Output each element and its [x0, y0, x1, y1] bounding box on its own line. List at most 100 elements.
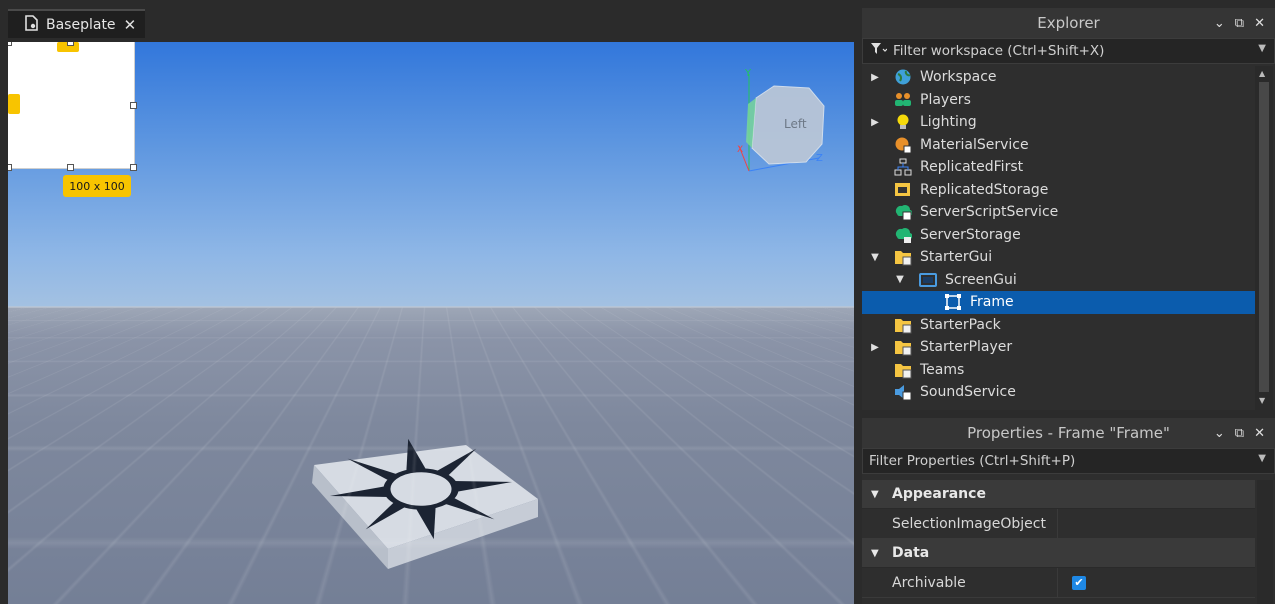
property-value[interactable] — [1057, 509, 1256, 538]
sound-icon — [894, 383, 912, 401]
material-icon — [894, 136, 912, 154]
expand-arrow-icon[interactable]: ▶ — [870, 117, 880, 128]
tree-item-serverstorage[interactable]: ServerStorage — [862, 224, 1255, 247]
explorer-filter-input[interactable]: Filter workspace (Ctrl+Shift+X) ▼ — [862, 38, 1275, 64]
explorer-scrollbar[interactable]: ▲ ▼ — [1255, 66, 1273, 410]
filter-dropdown-icon[interactable]: ▼ — [1258, 453, 1266, 464]
properties-title: Properties - Frame "Frame" — [967, 424, 1170, 442]
tree-item-label: ServerScriptService — [920, 204, 1059, 221]
tree-item-label: ReplicatedStorage — [920, 181, 1049, 198]
tree-item-label: SoundService — [920, 384, 1016, 401]
resize-handle-br[interactable] — [130, 164, 137, 171]
collapse-arrow-icon[interactable]: ▼ — [871, 548, 879, 559]
tree-item-label: StarterGui — [920, 249, 993, 266]
resize-handle-t[interactable] — [67, 42, 74, 46]
3d-viewport[interactable]: 100 x 100 Y Z X Left — [8, 42, 854, 604]
resize-handle-tl[interactable] — [8, 42, 12, 46]
properties-filter-input[interactable]: Filter Properties (Ctrl+Shift+P) ▼ — [862, 448, 1275, 474]
properties-panel: Properties - Frame "Frame" ⌄ ⧉ ✕ Filter … — [862, 418, 1275, 604]
gui-frame-preview[interactable] — [8, 42, 135, 169]
place-file-icon — [24, 14, 38, 35]
property-row[interactable]: Archivable ✔ — [862, 568, 1255, 598]
axis-x-label: X — [737, 145, 743, 155]
view-cube[interactable]: Y Z X Left — [734, 66, 834, 176]
properties-filter-placeholder: Filter Properties (Ctrl+Shift+P) — [869, 453, 1076, 469]
filter-dropdown-icon[interactable]: ▼ — [1258, 43, 1266, 54]
expand-arrow-icon[interactable]: ▶ — [870, 72, 880, 83]
tree-item-serverscriptservice[interactable]: ServerScriptService — [862, 201, 1255, 224]
resize-handle-b[interactable] — [67, 164, 74, 171]
tree-item-starterplayer[interactable]: ▶ StarterPlayer — [862, 336, 1255, 359]
explorer-tree[interactable]: ▶ Workspace Players ▶ Lighting MaterialServic… — [862, 66, 1255, 410]
properties-scrollbar[interactable] — [1257, 480, 1273, 604]
properties-header: Properties - Frame "Frame" ⌄ ⧉ ✕ — [862, 418, 1275, 448]
close-icon[interactable]: ✕ — [1254, 426, 1265, 441]
tree-item-starterpack[interactable]: StarterPack — [862, 314, 1255, 337]
explorer-panel: Explorer ⌄ ⧉ ✕ Filter workspace (Ctrl+Sh… — [862, 8, 1275, 410]
collapse-arrow-icon[interactable]: ▼ — [895, 274, 905, 285]
frame-icon — [944, 293, 962, 311]
scroll-thumb[interactable] — [1259, 82, 1269, 392]
property-row[interactable]: SelectionImageObject — [862, 509, 1255, 539]
collapse-arrow-icon[interactable]: ▼ — [871, 489, 879, 500]
tree-item-soundservice[interactable]: SoundService — [862, 381, 1255, 404]
server-script-icon — [894, 203, 913, 221]
tab-title: Baseplate — [46, 16, 116, 33]
panel-splitter[interactable] — [854, 0, 862, 604]
tree-item-label: ServerStorage — [920, 226, 1021, 243]
undock-icon[interactable]: ⧉ — [1235, 426, 1244, 441]
tree-item-lighting[interactable]: ▶ Lighting — [862, 111, 1255, 134]
property-name: SelectionImageObject — [892, 515, 1046, 532]
tab-close-icon[interactable]: ✕ — [124, 16, 137, 34]
explorer-header: Explorer ⌄ ⧉ ✕ — [862, 8, 1275, 38]
players-icon — [894, 91, 912, 109]
spawn-location[interactable] — [306, 437, 546, 577]
tree-item-label: Workspace — [920, 69, 997, 86]
explorer-filter-placeholder: Filter workspace (Ctrl+Shift+X) — [893, 43, 1105, 59]
close-icon[interactable]: ✕ — [1254, 16, 1265, 31]
panel-splitter-horizontal[interactable] — [862, 410, 1275, 418]
expand-arrow-icon[interactable]: ▶ — [870, 342, 880, 353]
tree-item-label: ReplicatedFirst — [920, 159, 1024, 176]
undock-icon[interactable]: ⧉ — [1235, 16, 1244, 31]
tree-item-workspace[interactable]: ▶ Workspace — [862, 66, 1255, 89]
tree-item-label: Teams — [920, 361, 965, 378]
archivable-checkbox[interactable]: ✔ — [1072, 576, 1086, 590]
tab-baseplate[interactable]: Baseplate ✕ — [8, 9, 145, 38]
scroll-up-icon[interactable]: ▲ — [1259, 69, 1265, 78]
folder-gui-icon — [894, 248, 912, 266]
tree-item-label: StarterPlayer — [920, 339, 1013, 356]
lightbulb-icon — [894, 113, 912, 131]
chevron-down-icon[interactable]: ⌄ — [1214, 426, 1225, 441]
collapse-arrow-icon[interactable]: ▼ — [870, 252, 880, 263]
tree-item-screengui[interactable]: ▼ ScreenGui — [862, 269, 1255, 292]
tree-item-materialservice[interactable]: MaterialService — [862, 134, 1255, 157]
filter-funnel-icon[interactable] — [871, 43, 888, 59]
resize-handle-r[interactable] — [130, 102, 137, 109]
scroll-down-icon[interactable]: ▼ — [1259, 396, 1265, 405]
section-data[interactable]: ▼ Data — [862, 539, 1255, 568]
tree-item-replicatedstorage[interactable]: ReplicatedStorage — [862, 179, 1255, 202]
axis-z-label: Z — [816, 153, 823, 164]
screengui-icon — [919, 271, 937, 289]
tree-item-replicatedfirst[interactable]: ReplicatedFirst — [862, 156, 1255, 179]
server-storage-icon — [894, 226, 913, 244]
folder-pack-icon — [894, 316, 912, 334]
tree-item-label: ScreenGui — [945, 271, 1017, 288]
folder-player-icon — [894, 338, 912, 356]
replicated-storage-icon — [894, 181, 912, 199]
resize-handle-bl[interactable] — [8, 164, 12, 171]
tree-item-frame[interactable]: Frame — [862, 291, 1255, 314]
tree-item-label: StarterPack — [920, 316, 1001, 333]
tree-item-players[interactable]: Players — [862, 89, 1255, 112]
frame-left-anchor[interactable] — [8, 94, 20, 114]
property-value[interactable]: ✔ — [1057, 568, 1256, 597]
tree-item-teams[interactable]: Teams — [862, 359, 1255, 382]
tree-item-label: Players — [920, 91, 971, 108]
tree-item-startergui[interactable]: ▼ StarterGui — [862, 246, 1255, 269]
axis-y-label: Y — [744, 68, 752, 79]
chevron-down-icon[interactable]: ⌄ — [1214, 16, 1225, 31]
viewcube-face-label: Left — [784, 117, 807, 131]
section-appearance[interactable]: ▼ Appearance — [862, 480, 1255, 509]
frame-size-badge: 100 x 100 — [63, 175, 131, 197]
